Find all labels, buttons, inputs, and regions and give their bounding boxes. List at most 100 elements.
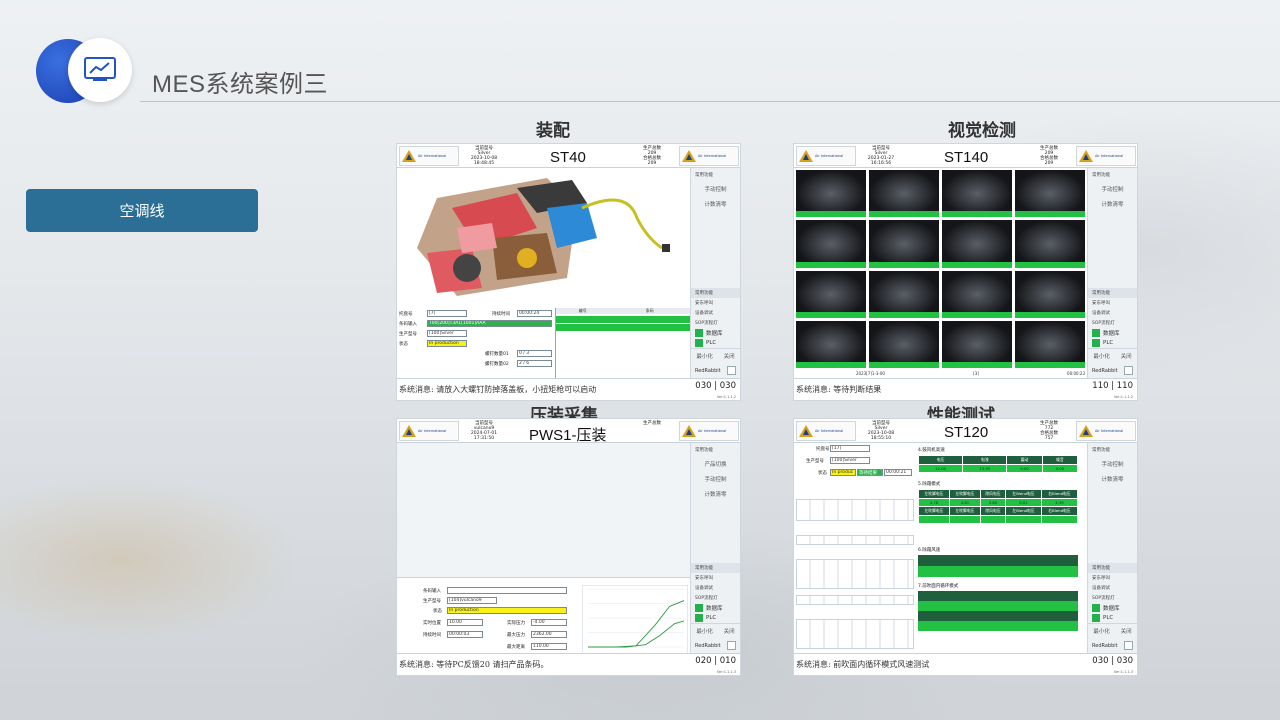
plc-indicator: PLC [1088, 613, 1137, 623]
plc-indicator: PLC [1088, 338, 1137, 348]
page-indicator: 030 | 030 [695, 381, 736, 391]
hold-time: 00:00:21 [884, 469, 912, 476]
camera-view [942, 320, 1012, 368]
sop-button[interactable]: SOP流程灯 [691, 318, 740, 328]
system-message: 系统消息: 等待判断结果 [796, 385, 882, 394]
device-debug-button[interactable]: 设备调试 [1088, 308, 1137, 318]
hold-time: 00:00:03 [447, 631, 483, 638]
manual-control-button[interactable]: 手动控制 [691, 475, 740, 483]
max-distance: 110.00 [531, 643, 567, 650]
aircon-line-button[interactable]: 空调线 [26, 189, 258, 232]
counter-clear-button[interactable]: 计数清零 [1088, 200, 1137, 208]
company-logo-right: Air International [679, 146, 739, 166]
camera-view [796, 170, 866, 218]
station-panel-st120: Air International 当前型号 Silver 2023-10-08 1… [793, 418, 1138, 676]
fault-call-button[interactable]: 安东呼叫 [1088, 573, 1137, 583]
counter-clear-button[interactable]: 计数清零 [691, 490, 740, 498]
minimize-button[interactable]: 最小化 [1093, 352, 1110, 360]
production-count: 生产总数 209 合格总数 209 [643, 146, 661, 166]
hold-time: 00:00:24 [517, 310, 552, 317]
device-debug-button[interactable]: 设备调试 [691, 308, 740, 318]
product-switch-button[interactable]: 产品切换 [691, 460, 740, 468]
status-bar: 系统消息: 请放入大螺钉防掉落盖板，小扭矩枪可以启动 030 | 030 Ver… [397, 378, 740, 400]
product-model: [104]vulcano9 [447, 597, 497, 604]
tray-field: [7] [427, 310, 467, 317]
plc-indicator: PLC [691, 338, 740, 348]
status-badge: In produc [830, 469, 856, 476]
company-logo-right: Air International [1076, 146, 1136, 166]
minimize-button[interactable]: 最小化 [696, 352, 713, 360]
assembly-view: 托盘号 [7] 持续时间 00:00:24 条码输入 T00[200]T3A1[… [397, 168, 692, 378]
sensor-grid [796, 483, 914, 663]
station-name: ST40 [550, 149, 586, 166]
page-indicator: 030 | 030 [1092, 656, 1133, 666]
close-button[interactable]: 关闭 [724, 352, 735, 360]
recirc-mode-table [918, 591, 1078, 631]
sop-button[interactable]: SOP流程灯 [1088, 593, 1137, 603]
side-menu: 常用功能 产品切换 手动控制 计数清零 常用功能 安东呼叫 设备调试 SOP流程… [690, 443, 740, 653]
panel-header: Air International 当前型号 Silver 2023-10-08 1… [794, 419, 1137, 443]
status-bar: 系统消息: 等待判断结果 110 | 110 Ver:1.1.1.2 [794, 378, 1137, 400]
press-curve-chart [582, 585, 688, 655]
sop-button[interactable]: SOP流程灯 [691, 593, 740, 603]
fault-call-button[interactable]: 安东呼叫 [1088, 298, 1137, 308]
close-button[interactable]: 关闭 [724, 627, 735, 635]
barcode-table: 编号 条码 [555, 308, 690, 378]
close-button[interactable]: 关闭 [1121, 627, 1132, 635]
barcode-input[interactable]: T00[200]T3A1[1001]AAA [427, 320, 552, 327]
station-panel-pws1: Air International 当前型号 vulcano9 2024-07-01… [396, 418, 741, 676]
db-indicator: 数据库 [1088, 603, 1137, 613]
status-bar: 系统消息: 前吹面内循环模式风速测试 030 | 030 Ver:1.1.1.3 [794, 653, 1137, 675]
product-model: [100]Silver [427, 330, 467, 337]
defrost-speed-table [918, 555, 1078, 577]
camera-view [1015, 320, 1085, 368]
company-logo-right: Air International [1076, 421, 1136, 441]
station-panel-st140: Air International 当前型号 Silver 2023-01-27 1… [793, 143, 1138, 401]
model-info: 当前型号 Silver 2023-10-08 18:48:45 [470, 146, 498, 166]
counter-clear-button[interactable]: 计数清零 [691, 200, 740, 208]
side-menu: 常用功能 手动控制 计数清零 常用功能 安东呼叫 设备调试 SOP流程灯 数据库… [1087, 443, 1137, 653]
redrabbit-checkbox[interactable] [727, 641, 736, 650]
station-name: ST120 [944, 424, 989, 441]
max-pressure: 2362.00 [531, 631, 567, 638]
sop-button[interactable]: SOP流程灯 [1088, 318, 1137, 328]
camera-view [942, 220, 1012, 268]
product-model: [100]Silver [830, 457, 870, 464]
screw-count-2: 2 / 6 [517, 360, 552, 367]
barcode-input[interactable] [447, 587, 567, 594]
counter-clear-button[interactable]: 计数清零 [1088, 475, 1137, 483]
device-debug-button[interactable]: 设备调试 [1088, 583, 1137, 593]
panel-header: Air International 当前型号 vulcano9 2024-07-01… [397, 419, 740, 444]
company-logo: Air International [399, 146, 459, 166]
pressure-value: -4.00 [531, 619, 567, 626]
minimize-button[interactable]: 最小化 [1093, 627, 1110, 635]
performance-test-view: 托盘号 [17] 生产型号 [100]Silver 状态 In produc 等… [794, 443, 1087, 653]
model-info: 当前型号 vulcano9 2024-07-01 17:31:50 [470, 421, 498, 441]
redrabbit-checkbox[interactable] [1124, 641, 1133, 650]
manual-control-button[interactable]: 手动控制 [691, 185, 740, 193]
fault-call-button[interactable]: 安东呼叫 [691, 298, 740, 308]
model-info: 当前型号 Silver 2023-10-08 18:55:10 [867, 421, 895, 441]
fault-call-button[interactable]: 安东呼叫 [691, 573, 740, 583]
defrost-table: 左吹脚电压 左吹脚电压 除风电压 左Blend电压 右Blend电压 4.78 4.81 3… [918, 489, 1078, 524]
section-title-vision: 视觉检测 [948, 121, 1016, 140]
db-indicator: 数据库 [691, 603, 740, 613]
camera-view [869, 170, 939, 218]
device-debug-button[interactable]: 设备调试 [691, 583, 740, 593]
plc-indicator: PLC [691, 613, 740, 623]
section-title-assembly: 装配 [536, 121, 570, 140]
redrabbit-checkbox[interactable] [727, 366, 736, 375]
manual-control-button[interactable]: 手动控制 [1088, 460, 1137, 468]
db-indicator: 数据库 [691, 328, 740, 338]
manual-control-button[interactable]: 手动控制 [1088, 185, 1137, 193]
vision-footer: 2023[7]1-3-00 [3] 00:00:23 [856, 370, 1085, 376]
fan-test-table: 电压 电流 震动 噪音 12.00 13.95 0.00 0.00 [917, 455, 1079, 473]
camera-view [796, 320, 866, 368]
minimize-button[interactable]: 最小化 [696, 627, 713, 635]
close-button[interactable]: 关闭 [1121, 352, 1132, 360]
company-logo-right: Air International [679, 421, 739, 441]
camera-view [942, 170, 1012, 218]
redrabbit-checkbox[interactable] [1124, 366, 1133, 375]
page-indicator: 110 | 110 [1092, 381, 1133, 391]
camera-view [1015, 270, 1085, 318]
